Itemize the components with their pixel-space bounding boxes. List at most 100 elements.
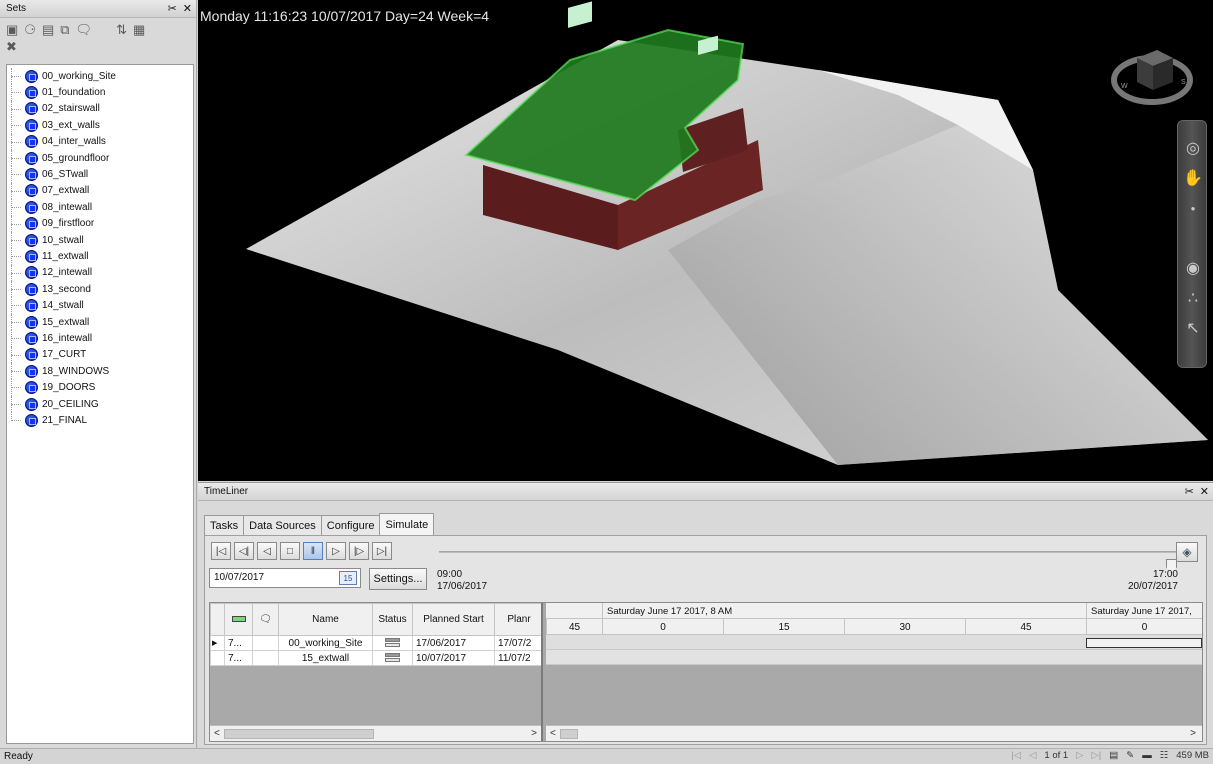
step-back-icon[interactable]: ◁| [234,542,254,560]
task-hscrollbar[interactable]: < > [210,725,541,741]
last-page-icon[interactable]: ▷| [1091,750,1101,761]
gantt-minute-label: 45 [965,619,1086,635]
pin-icon[interactable]: ✂ [168,2,177,15]
settings-button[interactable]: Settings... [369,568,427,590]
scroll-left-icon[interactable]: < [550,728,556,739]
gantt-minute-label: 0 [1086,619,1202,635]
tab-simulate[interactable]: Simulate [379,513,435,535]
set-item[interactable]: 09_firstfloor [7,215,193,232]
forward-icon[interactable]: ▷| [372,542,392,560]
step-forward-icon[interactable]: |▷ [349,542,369,560]
set-item[interactable]: 11_extwall [7,248,193,265]
comment-column-icon[interactable]: 🗨 [252,603,279,636]
set-item[interactable]: 01_foundation [7,84,193,101]
gantt-chart: Saturday June 17 2017, 8 AM Saturday Jun… [546,603,1202,741]
set-item[interactable]: 17_CURT [7,346,193,364]
tab-data-sources[interactable]: Data Sources [243,515,322,535]
set-item[interactable]: 21_FINAL [7,412,193,428]
prev-page-icon[interactable]: ◁ [1029,750,1036,761]
table-row[interactable]: ▶ 7... 00_working_Site 17/06/2017 17/07/2 [210,635,541,651]
sort-icon[interactable]: ⇅ [116,22,127,38]
task-comment-cell [252,650,279,666]
calendar-icon[interactable]: 15 [339,571,357,585]
rewind-icon[interactable]: |◁ [211,542,231,560]
task-status [372,635,413,651]
set-item[interactable]: 19_DOORS [7,379,193,396]
gantt-hscrollbar[interactable]: < > [546,725,1202,741]
set-item[interactable]: 10_stwall [7,231,193,249]
scroll-right-icon[interactable]: > [1190,728,1196,739]
delete-icon[interactable]: ✖ [6,39,17,55]
pencil-icon[interactable]: ✎ [1126,750,1134,761]
import-export-icon[interactable]: ▦ [133,22,145,38]
set-item[interactable]: 07_extwall [7,182,193,200]
orbit-icon[interactable]: ◉ [1178,253,1208,283]
gantt-task-bar[interactable] [1086,638,1202,648]
close-icon[interactable]: ✕ [183,2,192,15]
date-field[interactable]: 10/07/2017 15 [209,568,361,588]
export-animation-icon[interactable]: ◈ [1176,542,1198,562]
set-item[interactable]: 16_intewall [7,330,193,347]
set-item[interactable]: 04_inter_walls [7,133,193,150]
set-item-label: 00_working_Site [42,70,116,82]
set-item[interactable]: 12_intewall [7,264,193,282]
column-header-planned-start[interactable]: Planned Start [412,603,495,636]
set-item[interactable]: 05_groundfloor [7,149,193,167]
time-slider[interactable] [439,551,1179,573]
scroll-right-icon[interactable]: > [531,728,537,739]
reverse-play-icon[interactable]: ◁ [257,542,277,560]
play-icon[interactable]: ▷ [326,542,346,560]
stop-icon[interactable]: □ [280,542,300,560]
task-hscroll-thumb[interactable] [224,729,374,739]
new-folder-icon[interactable]: ▤ [42,22,54,38]
task-planned-end: 11/07/2 [494,650,541,666]
column-header-name[interactable]: Name [278,603,373,636]
task-planned-end: 17/07/2 [494,635,541,651]
duplicate-icon[interactable]: ⧉ [60,22,69,38]
selection-set-icon [25,151,38,165]
set-item-label: 19_DOORS [42,382,96,394]
set-item-label: 21_FINAL [42,414,88,426]
sheet-browser-icon[interactable]: ▤ [1109,750,1118,761]
scroll-left-icon[interactable]: < [214,728,220,739]
set-item[interactable]: 00_working_Site [7,68,193,85]
zoom-icon[interactable]: ● [1178,193,1208,223]
next-page-icon[interactable]: ▷ [1076,750,1083,761]
steering-wheel-icon[interactable]: ◎ [1178,133,1208,163]
close-icon[interactable]: ✕ [1200,485,1209,498]
tab-configure[interactable]: Configure [320,515,381,535]
first-page-icon[interactable]: |◁ [1011,750,1021,761]
save-selection-icon[interactable]: ▣ [6,22,18,38]
pin-icon[interactable]: ✂ [1185,485,1194,498]
set-item[interactable]: 20_CEILING [7,395,193,413]
set-item[interactable]: 15_extwall [7,313,193,331]
sets-list[interactable]: 00_working_Site 01_foundation 02_stairswal… [6,64,194,744]
tab-tasks[interactable]: Tasks [204,515,245,535]
select-icon[interactable]: ↖ [1178,313,1208,343]
3d-viewport[interactable]: Monday 11:16:23 10/07/2017 Day=24 Week=4… [198,0,1213,481]
simulate-tab-body: |◁ ◁| ◁ □ ‖ ▷ |▷ ▷| ◈ 10/07/2017 15 Sett… [204,535,1207,745]
gantt-hscroll-thumb[interactable] [560,729,578,739]
set-item[interactable]: 13_second [7,281,193,298]
column-header-planned-end[interactable]: Planr [494,603,541,636]
pause-icon[interactable]: ‖ [303,542,323,560]
add-comment-icon[interactable]: 🗨 [76,22,93,38]
gantt-day-label: Saturday June 17 2017, 8 AM [602,603,1086,619]
save-search-icon[interactable]: ⚆ [24,22,36,38]
model-scene [246,1,1208,465]
pan-icon[interactable]: ✋ [1178,163,1208,193]
walk-icon[interactable]: ∴ [1178,283,1208,313]
set-item[interactable]: 14_stwall [7,297,193,314]
selection-set-icon [25,233,38,247]
active-column-icon[interactable] [224,603,253,636]
set-item[interactable]: 02_stairswall [7,100,193,118]
set-item[interactable]: 03_ext_walls [7,117,193,134]
set-item[interactable]: 08_intewall [7,199,193,216]
set-item[interactable]: 18_WINDOWS [7,363,193,380]
table-row[interactable]: 7... 15_extwall 10/07/2017 11/07/2 [210,650,541,666]
set-item[interactable]: 06_STwall [7,166,193,183]
viewcube[interactable]: W S [1109,28,1195,114]
column-header-status[interactable]: Status [372,603,413,636]
svg-text:S: S [1181,79,1186,86]
date-field-value: 10/07/2017 [214,572,265,583]
